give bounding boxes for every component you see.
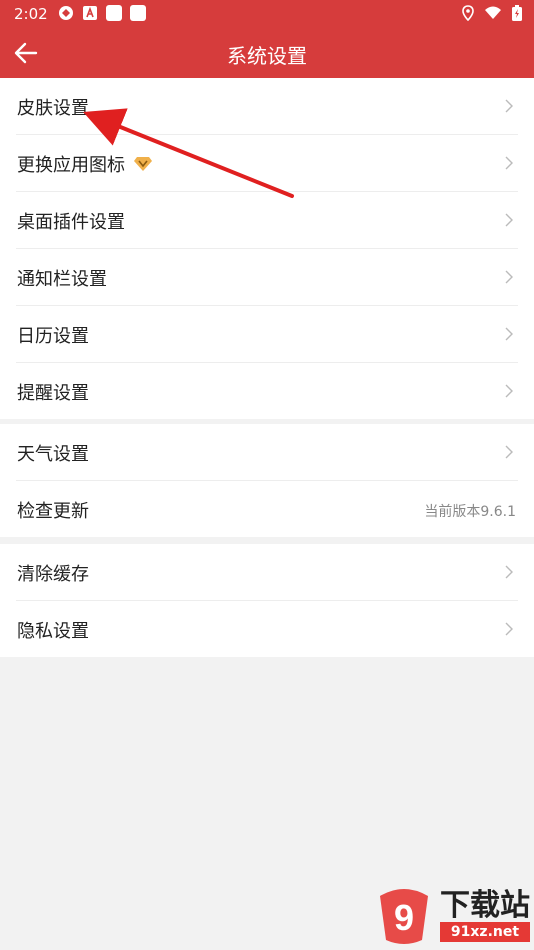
watermark-title: 下载站 [440, 888, 530, 923]
settings-item-widget[interactable]: 桌面插件设置 [16, 192, 518, 249]
item-text: 桌面插件设置 [17, 212, 125, 233]
settings-item-weather[interactable]: 天气设置 [16, 424, 518, 481]
item-text: 日历设置 [17, 326, 89, 347]
settings-group-2: 天气设置 检查更新 当前版本9.6.1 [0, 424, 534, 537]
status-bar: 2:02 [0, 0, 534, 28]
settings-item-calendar[interactable]: 日历设置 [16, 306, 518, 363]
notification-icon-2 [130, 5, 146, 21]
chevron-right-icon [505, 327, 513, 341]
item-text: 提醒设置 [17, 383, 89, 404]
font-icon [83, 6, 97, 20]
settings-item-privacy[interactable]: 隐私设置 [16, 601, 518, 657]
item-label: 清除缓存 [17, 560, 89, 586]
notification-icon [106, 5, 122, 21]
settings-group-3: 清除缓存 隐私设置 [0, 544, 534, 657]
gesture-icon [59, 6, 73, 20]
settings-item-check-update[interactable]: 检查更新 当前版本9.6.1 [16, 481, 518, 537]
item-text: 皮肤设置 [17, 98, 89, 119]
vip-diamond-icon [134, 157, 152, 171]
chevron-right-icon [505, 213, 513, 227]
top-bar: 2:02 系统设置 [0, 0, 534, 78]
item-text: 天气设置 [17, 444, 89, 465]
page-title: 系统设置 [227, 44, 307, 68]
item-text: 检查更新 [17, 501, 89, 522]
chevron-right-icon [505, 99, 513, 113]
status-time: 2:02 [14, 5, 48, 23]
item-label: 天气设置 [17, 440, 89, 466]
wifi-icon [485, 6, 501, 19]
item-label: 皮肤设置 [17, 94, 89, 120]
battery-icon [512, 5, 522, 21]
item-text: 通知栏设置 [17, 269, 107, 290]
item-text: 清除缓存 [17, 564, 89, 585]
chevron-right-icon [505, 622, 513, 636]
chevron-right-icon [505, 270, 513, 284]
chevron-right-icon [505, 156, 513, 170]
item-text: 隐私设置 [17, 621, 89, 642]
settings-item-reminder[interactable]: 提醒设置 [16, 363, 518, 419]
item-text: 更换应用图标 [17, 155, 125, 176]
watermark-url: 91xz.net [440, 922, 530, 942]
item-label: 更换应用图标 [17, 151, 153, 177]
chevron-right-icon [505, 565, 513, 579]
chevron-right-icon [505, 445, 513, 459]
status-left-icons [58, 5, 146, 21]
settings-item-skin[interactable]: 皮肤设置 [16, 78, 518, 135]
item-label: 提醒设置 [17, 379, 89, 405]
item-label: 桌面插件设置 [17, 208, 125, 234]
item-label: 通知栏设置 [17, 265, 107, 291]
settings-group-1: 皮肤设置 更换应用图标 桌面插件设置 通知栏设置 日历设置 提醒设置 [0, 78, 534, 419]
watermark: 9 下载站 91xz.net [372, 886, 530, 946]
watermark-text: 下载站 91xz.net [440, 890, 530, 942]
item-label: 检查更新 [17, 497, 89, 523]
watermark-logo-icon: 9 [380, 889, 428, 944]
location-icon [462, 5, 474, 21]
chevron-right-icon [505, 384, 513, 398]
item-label: 隐私设置 [17, 617, 89, 643]
settings-item-notification-bar[interactable]: 通知栏设置 [16, 249, 518, 306]
app-bar: 系统设置 [0, 28, 534, 78]
item-label: 日历设置 [17, 322, 89, 348]
version-value: 当前版本9.6.1 [424, 504, 516, 520]
settings-item-app-icon[interactable]: 更换应用图标 [16, 135, 518, 192]
watermark-logo-text: 9 [394, 897, 414, 938]
settings-item-clear-cache[interactable]: 清除缓存 [16, 544, 518, 601]
status-right-icons [462, 5, 522, 21]
